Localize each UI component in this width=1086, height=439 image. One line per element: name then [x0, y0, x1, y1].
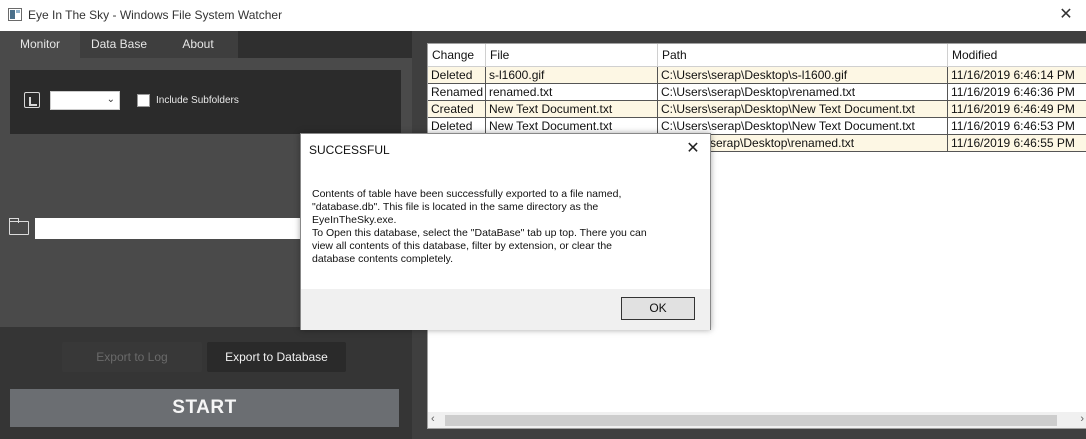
column-header-file[interactable]: File	[486, 44, 658, 67]
scroll-left-icon[interactable]: ‹	[431, 413, 435, 425]
table-row[interactable]: Created New Text Document.txt C:\Users\s…	[428, 101, 1086, 118]
column-header-modified[interactable]: Modified	[948, 44, 1086, 67]
table-row[interactable]: Renamed renamed.txt C:\Users\serap\Deskt…	[428, 84, 1086, 101]
window-close-icon[interactable]: ✕	[1054, 3, 1078, 27]
scroll-right-icon[interactable]: ›	[1080, 413, 1084, 425]
ok-button[interactable]: OK	[621, 297, 695, 320]
title-bar: Eye In The Sky - Windows File System Wat…	[0, 0, 1086, 31]
dialog-message-line: "database.db". This file is located in t…	[312, 201, 599, 213]
cell-file: renamed.txt	[486, 84, 658, 101]
path-input[interactable]	[35, 218, 301, 239]
dialog-message-line: To Open this database, select the "DataB…	[312, 227, 647, 239]
drive-icon	[24, 92, 40, 108]
dialog-message-line: Contents of table have been successfully…	[312, 188, 622, 200]
cell-file: s-l1600.gif	[486, 67, 658, 84]
cell-path: C:\Users\serap\Desktop\s-l1600.gif	[658, 67, 948, 84]
dialog-title: SUCCESSFUL	[309, 143, 390, 157]
cell-modified: 11/16/2019 6:46:14 PM	[948, 67, 1086, 84]
tab-database[interactable]: Data Base	[80, 31, 158, 58]
dialog-message-line: view all contents of this database, filt…	[312, 240, 612, 252]
dialog-footer: OK	[301, 289, 710, 330]
cell-modified: 11/16/2019 6:46:36 PM	[948, 84, 1086, 101]
chevron-down-icon: ⌄	[106, 94, 115, 105]
cell-modified: 11/16/2019 6:46:55 PM	[948, 135, 1086, 152]
dialog-close-icon[interactable]: ✕	[684, 139, 702, 159]
export-to-log-button[interactable]: Export to Log	[62, 342, 202, 372]
export-to-database-button[interactable]: Export to Database	[207, 342, 346, 372]
cell-path: C:\Users\serap\Desktop\New Text Document…	[658, 101, 948, 118]
folder-icon[interactable]	[9, 218, 29, 235]
horizontal-scrollbar[interactable]: ‹ ›	[428, 412, 1086, 428]
dialog-message-line: database contents completely.	[312, 253, 454, 265]
dialog-message-line: EyeInTheSky.exe.	[312, 214, 397, 226]
cell-change: Deleted	[428, 67, 486, 84]
drive-options-box: ⌄ Include Subfolders	[10, 70, 401, 134]
table-row[interactable]: Deleted s-l1600.gif C:\Users\serap\Deskt…	[428, 67, 1086, 84]
tab-monitor[interactable]: Monitor	[0, 31, 80, 58]
start-button[interactable]: START	[10, 389, 399, 427]
cell-modified: 11/16/2019 6:46:53 PM	[948, 118, 1086, 135]
cell-change: Renamed	[428, 84, 486, 101]
tab-bar: Monitor Data Base About	[0, 31, 412, 58]
app-icon	[8, 8, 22, 21]
drive-select[interactable]: ⌄	[50, 91, 120, 110]
tab-about[interactable]: About	[158, 31, 238, 58]
window-title: Eye In The Sky - Windows File System Wat…	[28, 8, 283, 22]
action-area: Export to Log Export to Database START	[0, 327, 412, 439]
cell-file: New Text Document.txt	[486, 101, 658, 118]
table-header: Change File Path Modified	[428, 44, 1086, 67]
success-dialog: SUCCESSFUL ✕ Contents of table have been…	[300, 133, 711, 330]
cell-path: C:\Users\serap\Desktop\renamed.txt	[658, 84, 948, 101]
scrollbar-thumb[interactable]	[445, 415, 1057, 426]
column-header-change[interactable]: Change	[428, 44, 486, 67]
dialog-message: Contents of table have been successfully…	[312, 188, 702, 266]
column-header-path[interactable]: Path	[658, 44, 948, 67]
cell-change: Created	[428, 101, 486, 118]
include-subfolders-label: Include Subfolders	[156, 95, 239, 106]
cell-modified: 11/16/2019 6:46:49 PM	[948, 101, 1086, 118]
include-subfolders-checkbox[interactable]	[137, 94, 150, 107]
